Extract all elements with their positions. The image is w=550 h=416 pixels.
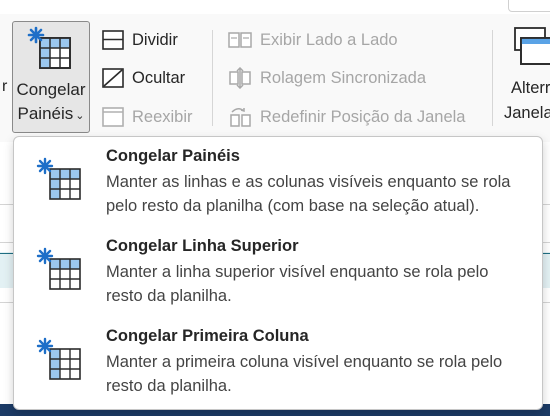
menu-item-description: pelo resto da planilha (com base na sele… bbox=[106, 197, 480, 215]
reset-window-position-icon bbox=[230, 108, 251, 127]
switch-windows-label-line1[interactable]: Alterr bbox=[511, 79, 550, 98]
view-side-by-side-button[interactable]: Exibir Lado a Lado bbox=[228, 28, 398, 52]
side-by-side-icon bbox=[228, 32, 252, 48]
synchronous-scrolling-button[interactable]: Rolagem Sincronizada bbox=[228, 66, 426, 90]
menu-item-description: resto da planilha. bbox=[106, 287, 232, 305]
switch-windows-icon[interactable] bbox=[514, 26, 550, 75]
menu-item-title: Congelar Linha Superior bbox=[106, 237, 299, 255]
hide-icon bbox=[102, 68, 124, 88]
split-label: Dividir bbox=[132, 30, 178, 49]
chevron-down-icon: ⌄ bbox=[75, 110, 85, 122]
ribbon-top-right-control[interactable] bbox=[508, 0, 550, 12]
hide-button[interactable]: Ocultar bbox=[102, 66, 185, 90]
menu-item-freeze-panes[interactable]: Congelar Painéis Manter as linhas e as c… bbox=[14, 137, 542, 225]
switch-windows-label-line2[interactable]: Janela bbox=[504, 104, 550, 123]
hide-label: Ocultar bbox=[132, 68, 186, 87]
menu-item-description: Manter a linha superior visível enquanto… bbox=[106, 263, 489, 281]
ribbon-separator bbox=[212, 30, 213, 126]
synchronous-scrolling-label: Rolagem Sincronizada bbox=[260, 68, 427, 87]
synchronous-scrolling-icon bbox=[229, 67, 251, 89]
unhide-label: Reexibir bbox=[132, 107, 193, 126]
ribbon-top-strip bbox=[0, 0, 550, 14]
freeze-panes-icon bbox=[26, 26, 76, 81]
freeze-top-row-icon bbox=[36, 247, 84, 296]
unhide-icon bbox=[102, 107, 124, 127]
menu-item-freeze-top-row[interactable]: Congelar Linha Superior Manter a linha s… bbox=[14, 227, 542, 315]
menu-item-description: Manter a primeira coluna visível enquant… bbox=[106, 353, 503, 371]
reset-window-position-button[interactable]: Redefinir Posição da Janela bbox=[228, 105, 465, 129]
freeze-panes-menu: Congelar Painéis Manter as linhas e as c… bbox=[13, 136, 543, 410]
freeze-panes-icon bbox=[36, 157, 84, 206]
view-side-by-side-label: Exibir Lado a Lado bbox=[260, 30, 398, 49]
menu-item-description: resto da planilha. bbox=[106, 377, 232, 395]
freeze-panes-button[interactable]: Congelar Painéis ⌄ bbox=[12, 21, 90, 133]
freeze-panes-label-line2-wrap: Painéis ⌄ bbox=[13, 104, 89, 124]
freeze-panes-label-line2: Painéis bbox=[17, 104, 74, 123]
menu-item-description: Manter as linhas e as colunas visíveis e… bbox=[106, 173, 511, 191]
split-icon bbox=[102, 30, 124, 50]
menu-item-title: Congelar Painéis bbox=[106, 147, 240, 165]
ribbon-separator bbox=[492, 30, 493, 126]
ribbon-left-cut-label[interactable]: r bbox=[2, 78, 7, 96]
ribbon: r Congelar Painéis ⌄ Dividir Ocultar Ree… bbox=[0, 0, 550, 142]
unhide-button[interactable]: Reexibir bbox=[102, 105, 193, 129]
split-button[interactable]: Dividir bbox=[102, 28, 178, 52]
menu-item-freeze-first-column[interactable]: Congelar Primeira Coluna Manter a primei… bbox=[14, 317, 542, 405]
freeze-first-column-icon bbox=[36, 337, 84, 386]
reset-window-position-label: Redefinir Posição da Janela bbox=[260, 107, 466, 126]
menu-item-title: Congelar Primeira Coluna bbox=[106, 327, 309, 345]
freeze-panes-label-line1: Congelar bbox=[16, 80, 86, 99]
